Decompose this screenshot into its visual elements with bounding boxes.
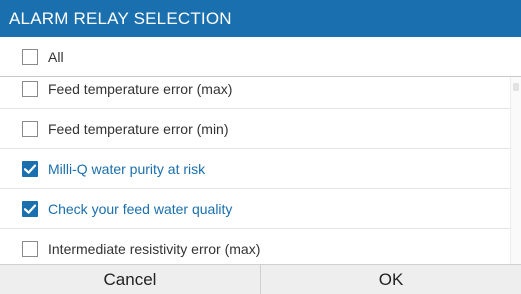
- list-item[interactable]: Check your feed water quality: [0, 189, 510, 229]
- item-checkbox[interactable]: [22, 240, 38, 257]
- item-checkbox[interactable]: [22, 80, 38, 97]
- list-item[interactable]: Milli-Q water purity at risk: [0, 149, 510, 189]
- item-label: Intermediate resistivity error (max): [48, 240, 261, 257]
- dialog-title: ALARM RELAY SELECTION: [0, 0, 521, 37]
- list-item[interactable]: Feed temperature error (max): [0, 77, 510, 109]
- scrollbar-thumb[interactable]: [513, 83, 519, 91]
- select-all-row[interactable]: All: [0, 37, 521, 77]
- item-label: Check your feed water quality: [48, 200, 233, 217]
- list-item[interactable]: Intermediate resistivity error (max): [0, 229, 510, 264]
- item-label: Feed temperature error (min): [48, 120, 229, 137]
- item-label: Milli-Q water purity at risk: [48, 160, 206, 177]
- item-label: Feed temperature error (max): [48, 80, 233, 97]
- list-scrollbar[interactable]: [510, 77, 521, 264]
- item-checkbox-checked[interactable]: [22, 160, 38, 177]
- select-all-label: All: [48, 48, 64, 65]
- checkmark-icon: [23, 164, 37, 174]
- alarm-relay-dialog: ALARM RELAY SELECTION All Feed temperatu…: [0, 0, 521, 294]
- alarm-list[interactable]: Feed temperature error (max) Feed temper…: [0, 77, 510, 264]
- select-all-checkbox[interactable]: [22, 48, 38, 65]
- list-item[interactable]: Feed temperature error (min): [0, 109, 510, 149]
- item-checkbox[interactable]: [22, 120, 38, 137]
- item-checkbox-checked[interactable]: [22, 200, 38, 217]
- ok-button[interactable]: OK: [261, 265, 521, 294]
- button-bar: Cancel OK: [0, 264, 521, 294]
- cancel-button[interactable]: Cancel: [0, 265, 261, 294]
- checkmark-icon: [23, 204, 37, 214]
